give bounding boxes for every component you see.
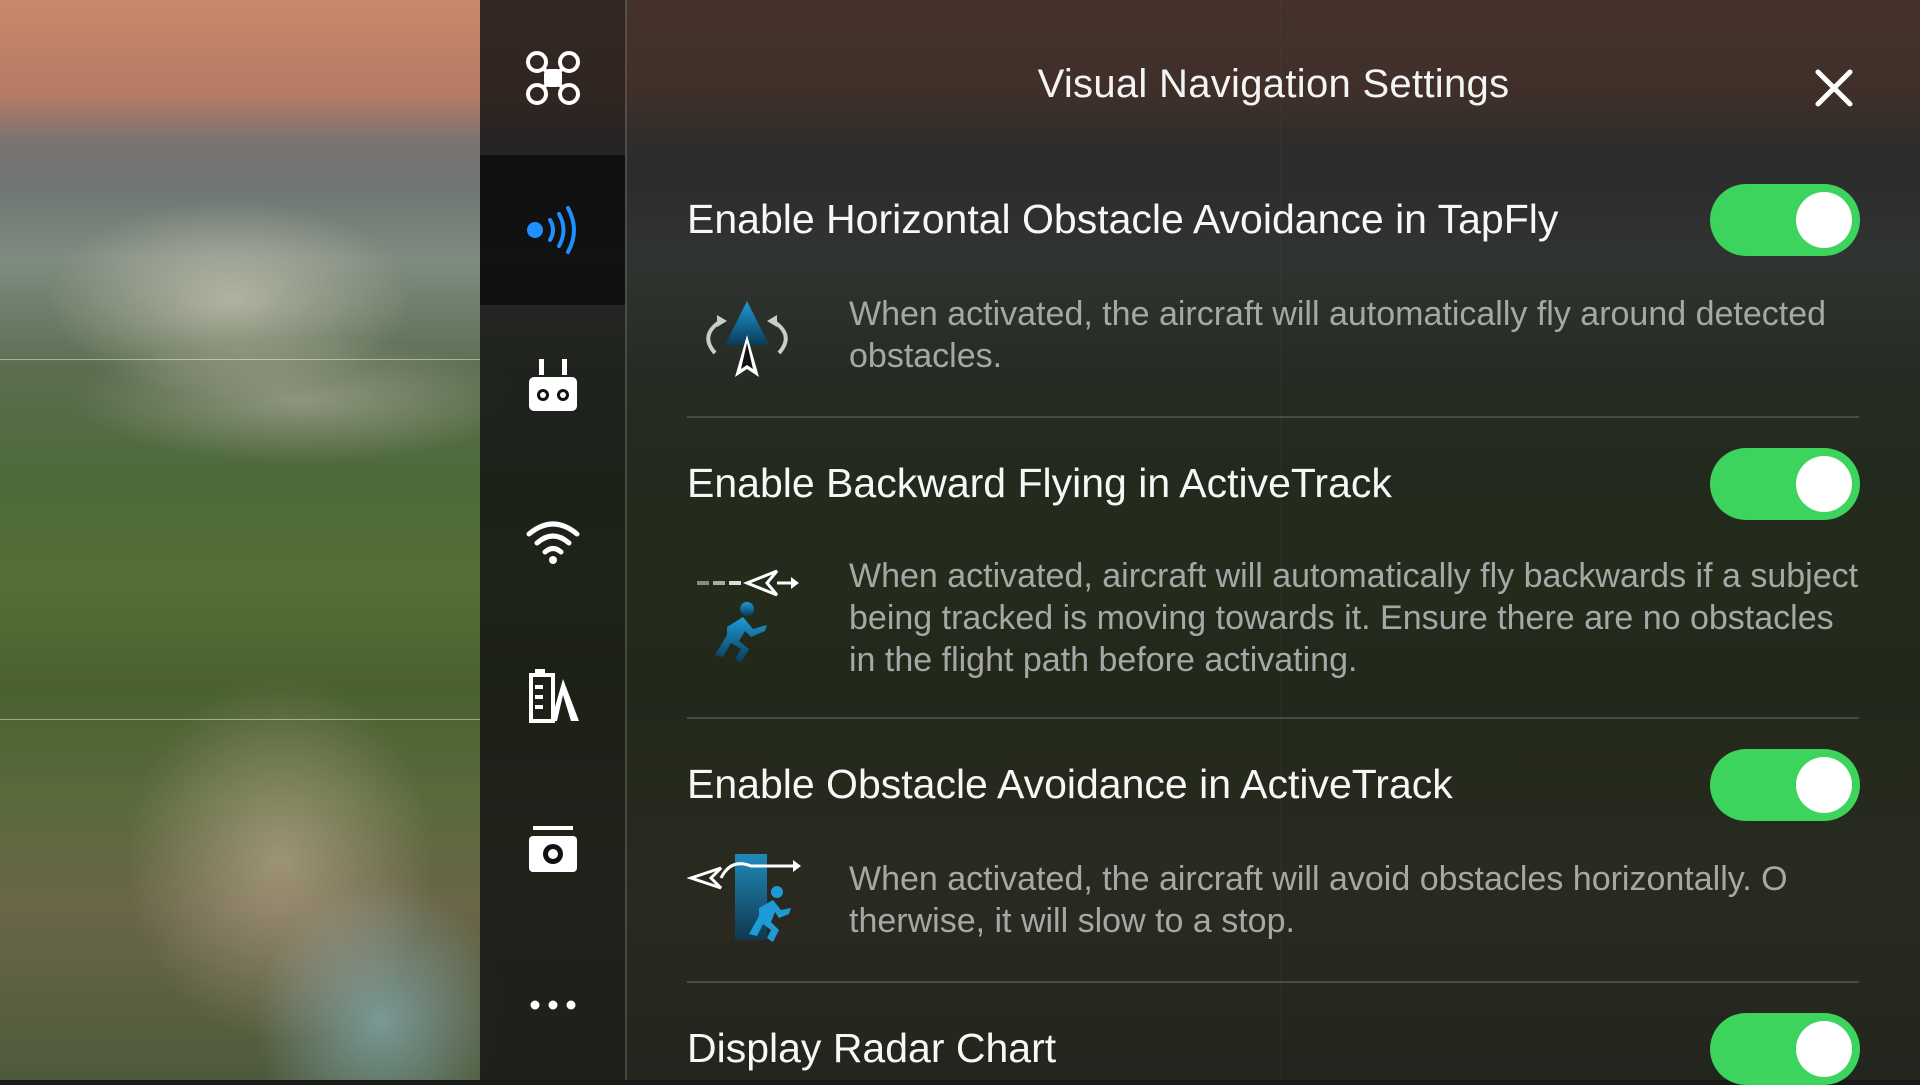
- nav-item-camera[interactable]: [480, 775, 625, 925]
- toggle-radar-chart[interactable]: [1710, 1013, 1860, 1085]
- nav-item-remote-controller[interactable]: [480, 310, 625, 460]
- sensors-icon: [526, 206, 576, 254]
- toggle-knob: [1796, 1021, 1852, 1077]
- setting-label-radar-chart: Display Radar Chart: [687, 1025, 1057, 1071]
- setting-label-tapfly-avoidance: Enable Horizontal Obstacle Avoidance in …: [687, 196, 1559, 242]
- activetrack-avoidance-icon: [687, 854, 801, 942]
- grid-line: [0, 359, 480, 360]
- backward-flying-icon: [697, 569, 799, 663]
- settings-sidebar: [480, 0, 627, 1080]
- setting-description-activetrack-avoidance: When activated, the aircraft will avoid …: [849, 860, 1788, 940]
- toggle-knob: [1796, 456, 1852, 512]
- wifi-icon: [526, 521, 579, 564]
- nav-item-sensors[interactable]: [480, 155, 625, 305]
- nav-item-more[interactable]: [480, 930, 625, 1080]
- battery-icon: [528, 669, 579, 723]
- toggle-backward-flying[interactable]: [1710, 448, 1860, 520]
- setting-description-tapfly-avoidance: When activated, the aircraft will automa…: [849, 295, 1827, 375]
- setting-label-activetrack-avoidance: Enable Obstacle Avoidance in ActiveTrack: [687, 761, 1453, 807]
- nav-item-aircraft[interactable]: [480, 3, 625, 153]
- page-title: Visual Navigation Settings: [1037, 62, 1510, 106]
- divider: [687, 717, 1859, 719]
- visual-navigation-panel: Visual Navigation Settings Enable Horizo…: [627, 0, 1920, 1085]
- toggle-knob: [1796, 757, 1852, 813]
- nav-item-transmission[interactable]: [480, 465, 625, 615]
- setting-description-backward-flying: When activated, aircraft will automatica…: [849, 557, 1859, 679]
- aircraft-icon: [525, 51, 580, 105]
- setting-label-backward-flying: Enable Backward Flying in ActiveTrack: [687, 460, 1392, 506]
- divider: [687, 981, 1859, 983]
- tapfly-avoidance-icon: [706, 301, 788, 377]
- nav-item-battery[interactable]: [480, 620, 625, 770]
- more-icon: [530, 1000, 575, 1010]
- close-icon[interactable]: [1812, 66, 1856, 110]
- toggle-activetrack-avoidance[interactable]: [1710, 749, 1860, 821]
- camera-icon: [528, 826, 577, 872]
- grid-line: [0, 719, 480, 720]
- toggle-tapfly-avoidance[interactable]: [1710, 184, 1860, 256]
- remote-controller-icon: [528, 359, 577, 411]
- divider: [687, 416, 1859, 418]
- toggle-knob: [1796, 192, 1852, 248]
